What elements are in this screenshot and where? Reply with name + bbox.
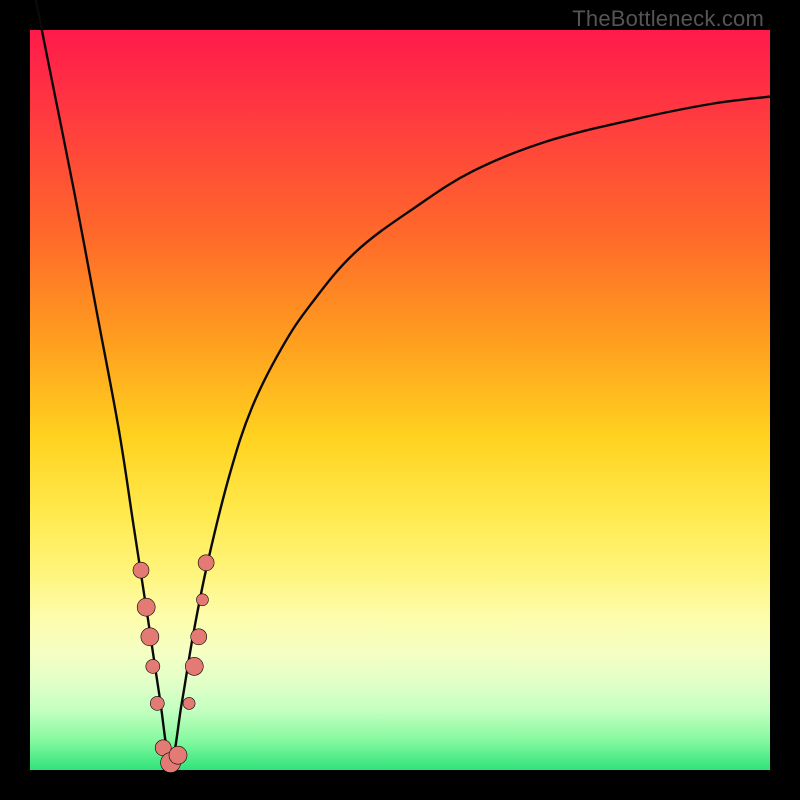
sample-point-marker: [183, 697, 195, 709]
sample-point-marker: [198, 555, 214, 571]
sample-point-marker: [133, 562, 149, 578]
watermark-text: TheBottleneck.com: [572, 6, 764, 32]
sample-point-marker: [146, 659, 160, 673]
chart-svg: [0, 0, 800, 800]
sample-point-marker: [191, 629, 207, 645]
chart-frame: TheBottleneck.com: [0, 0, 800, 800]
sample-point-marker: [169, 746, 187, 764]
sample-point-marker: [150, 696, 164, 710]
bottleneck-curve: [30, 0, 770, 763]
sample-point-marker: [137, 598, 155, 616]
sample-point-marker: [185, 657, 203, 675]
sample-point-marker: [141, 628, 159, 646]
sample-point-marker: [196, 594, 208, 606]
